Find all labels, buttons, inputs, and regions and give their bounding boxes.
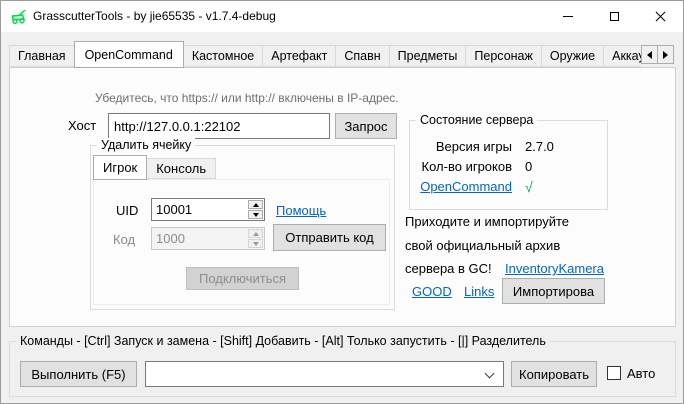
minimize-button[interactable] (545, 1, 591, 32)
import-text-line2: свой официальный архив (405, 238, 560, 253)
close-icon (655, 11, 666, 22)
player-count-label: Кол-во игроков (410, 159, 512, 174)
import-text-line3: сервера в GC! (405, 261, 492, 276)
uid-up-button[interactable] (248, 200, 263, 209)
maximize-icon (610, 12, 619, 21)
minimize-icon (563, 16, 573, 17)
auto-checkbox[interactable] (607, 366, 621, 380)
opencommand-check-icon: √ (525, 179, 533, 195)
good-link[interactable]: GOOD (412, 284, 452, 299)
app-logo-icon (10, 8, 28, 25)
import-button[interactable]: Импортирова (502, 278, 605, 304)
server-status-group-title: Состояние сервера (416, 113, 537, 127)
server-status-group: Состояние сервера Версия игры 2.7.0 Кол-… (409, 120, 608, 210)
arrow-down-icon (253, 242, 259, 246)
player-count-value: 0 (525, 159, 532, 174)
opencommand-link[interactable]: OpenCommand (410, 179, 512, 194)
opencommand-page: Убедитесь, что https:// или http:// вклю… (9, 67, 676, 327)
host-label: Хост (68, 118, 96, 133)
help-link[interactable]: Помощь (276, 203, 326, 218)
maximize-button[interactable] (591, 1, 637, 32)
https-hint-text: Убедитесь, что https:// или http:// вклю… (95, 91, 399, 105)
arrow-right-icon (663, 51, 668, 59)
uid-input[interactable] (152, 199, 247, 220)
code-input (152, 228, 247, 249)
tab-akkaunt[interactable]: Аккаунт (603, 45, 641, 67)
delete-cell-group: Удалить ячейку Игрок Консоль UID Помощь … (90, 145, 395, 310)
send-code-button[interactable]: Отправить код (273, 224, 386, 251)
tab-artefakt[interactable]: Артефакт (262, 45, 336, 67)
tab-scroll-right-button[interactable] (657, 45, 674, 64)
commands-group-title: Команды - [Ctrl] Запуск и замена - [Shif… (16, 334, 550, 348)
code-updown (247, 228, 264, 249)
query-button[interactable]: Запрос (335, 113, 397, 139)
arrow-up-icon (253, 232, 259, 236)
connect-button: Подключиться (186, 267, 299, 290)
grasscutter-tools-window: GrasscutterTools - by jie65535 - v1.7.4-… (0, 0, 684, 404)
tab-opencommand[interactable]: OpenCommand (74, 41, 184, 68)
tab-personazh[interactable]: Персонаж (465, 45, 541, 67)
tab-console[interactable]: Консоль (146, 158, 216, 179)
code-stepper (151, 227, 265, 250)
inventorykamera-link[interactable]: InventoryKamera (505, 261, 604, 276)
titlebar: GrasscutterTools - by jie65535 - v1.7.4-… (1, 1, 683, 32)
code-label: Код (113, 232, 135, 247)
commands-group: Команды - [Ctrl] Запуск и замена - [Shif… (9, 341, 676, 397)
tab-oruzhie[interactable]: Оружие (541, 45, 604, 67)
arrow-left-icon (647, 51, 652, 59)
arrow-up-icon (253, 203, 259, 207)
run-button[interactable]: Выполнить (F5) (20, 361, 137, 387)
tab-player[interactable]: Игрок (93, 155, 147, 180)
host-input[interactable] (108, 113, 330, 139)
main-tabstrip: Главная OpenCommand Кастомное Артефакт С… (9, 41, 641, 68)
uid-updown (247, 199, 264, 220)
tab-glavnaya[interactable]: Главная (9, 45, 75, 67)
tab-scroll-left-button[interactable] (641, 45, 658, 64)
command-input[interactable] (146, 362, 503, 386)
import-text-line1: Приходите и импортируйте (405, 214, 569, 229)
tab-spavn[interactable]: Спавн (335, 45, 389, 67)
tab-predmety[interactable]: Предметы (389, 45, 467, 67)
close-button[interactable] (637, 1, 683, 32)
tab-kastomnoe[interactable]: Кастомное (183, 45, 263, 67)
delete-cell-group-title: Удалить ячейку (97, 138, 195, 152)
uid-label: UID (116, 203, 138, 218)
auto-checkbox-label: Авто (627, 366, 655, 381)
uid-down-button[interactable] (248, 210, 263, 219)
code-up-button (248, 229, 263, 238)
game-version-value: 2.7.0 (525, 139, 554, 154)
links-link[interactable]: Links (464, 284, 494, 299)
arrow-down-icon (253, 213, 259, 217)
game-version-label: Версия игры (410, 139, 512, 154)
code-down-button (248, 239, 263, 248)
copy-button[interactable]: Копировать (511, 361, 597, 387)
window-title: GrasscutterTools - by jie65535 - v1.7.4-… (33, 1, 276, 32)
command-combobox[interactable] (145, 361, 504, 387)
delete-cell-tabstrip: Игрок Консоль (93, 155, 215, 180)
uid-stepper[interactable] (151, 198, 265, 221)
